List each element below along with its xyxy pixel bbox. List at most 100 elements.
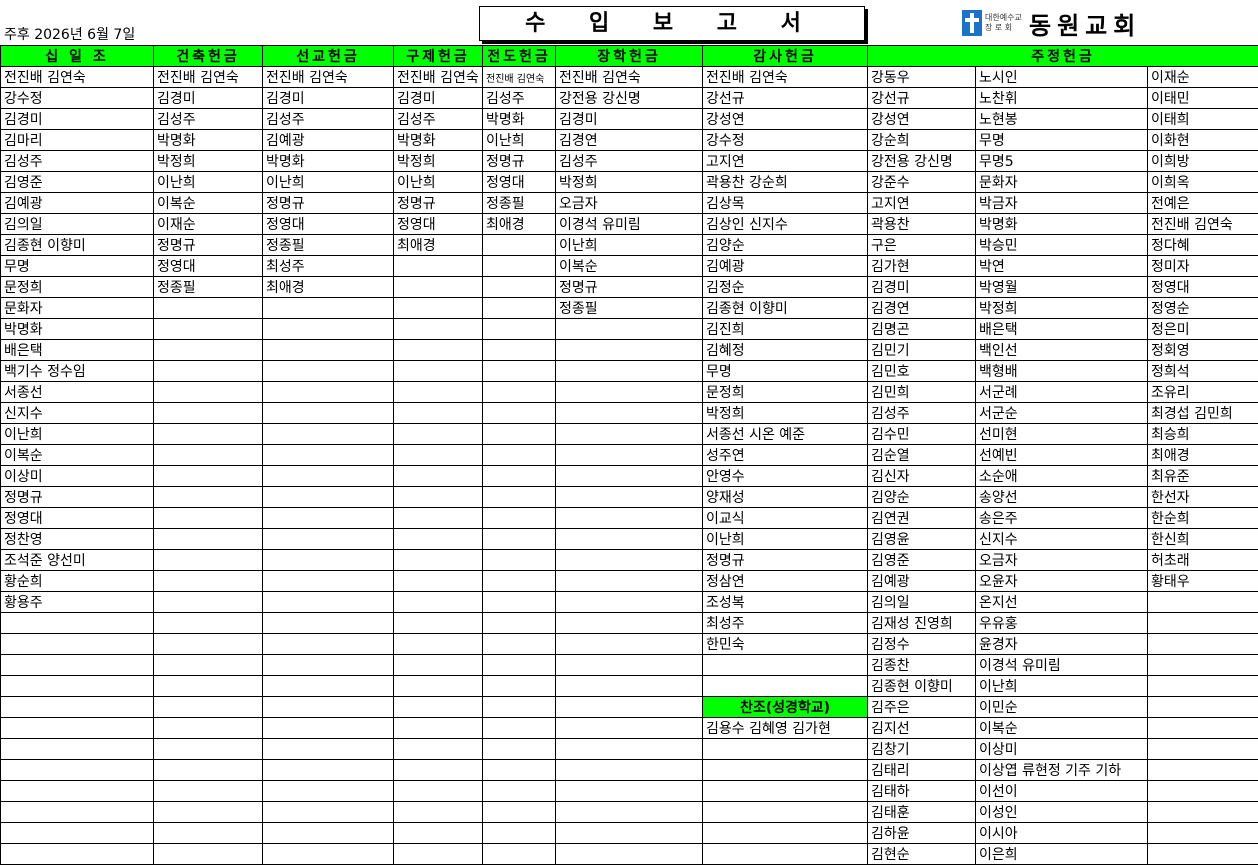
table-cell: 박승민 xyxy=(975,234,1148,256)
table-cell xyxy=(1146,738,1258,760)
table-cell xyxy=(262,801,394,823)
table-cell: 김성주 xyxy=(482,87,556,109)
table-cell: 김경미 xyxy=(262,87,394,109)
table-cell: 정찬영 xyxy=(0,528,154,550)
table-cell: 정은미 xyxy=(1146,318,1258,340)
table-cell: 정종필 xyxy=(482,192,556,214)
table-cell: 이선이 xyxy=(975,780,1148,802)
table-cell xyxy=(555,801,703,823)
table-cell: 김주은 xyxy=(867,696,976,718)
table-cell: 고지연 xyxy=(702,150,868,172)
table-cell xyxy=(1146,654,1258,676)
table-cell: 박정희 xyxy=(555,171,703,193)
table-cell: 이희옥 xyxy=(1146,171,1258,193)
table-cell xyxy=(555,528,703,550)
table-cell: 김영준 xyxy=(0,171,154,193)
table-cell xyxy=(555,381,703,403)
table-cell xyxy=(262,360,394,382)
table-cell: 이상미 xyxy=(0,465,154,487)
table-cell xyxy=(393,507,483,529)
table-cell xyxy=(393,339,483,361)
table-cell xyxy=(393,276,483,298)
table-cell: 전진배 김연숙 xyxy=(1146,213,1258,235)
table-cell: 한선자 xyxy=(1146,486,1258,508)
column-header: 장학헌금 xyxy=(555,45,703,67)
table-cell: 이난희 xyxy=(975,675,1148,697)
table-cell: 송은주 xyxy=(975,507,1148,529)
table-cell xyxy=(153,843,263,865)
table-cell: 배은택 xyxy=(975,318,1148,340)
table-cell xyxy=(393,843,483,865)
table-cell xyxy=(262,507,394,529)
table-cell xyxy=(482,612,556,634)
table-cell xyxy=(482,402,556,424)
column-header: 선교헌금 xyxy=(262,45,394,67)
table-cell: 박명화 xyxy=(0,318,154,340)
table-cell xyxy=(1146,633,1258,655)
table-cell xyxy=(702,654,868,676)
table-cell xyxy=(153,696,263,718)
table-cell xyxy=(482,759,556,781)
table-cell xyxy=(482,738,556,760)
table-cell: 김혜정 xyxy=(702,339,868,361)
table-cell xyxy=(702,675,868,697)
table-row: 서종선 문정희 김민희 서군례 조유리 xyxy=(0,381,1258,403)
table-cell xyxy=(1146,612,1258,634)
table-cell xyxy=(0,759,154,781)
table-cell: 최애경 xyxy=(262,276,394,298)
table-cell xyxy=(153,633,263,655)
table-cell: 김성주 xyxy=(262,108,394,130)
table-cell: 최애경 xyxy=(1146,444,1258,466)
table-cell: 정영대 xyxy=(1146,276,1258,298)
table-row: 김용수 김혜영 김가현 김지선 이복순 xyxy=(0,717,1258,739)
table-cell: 무명5 xyxy=(975,150,1148,172)
table-cell xyxy=(393,423,483,445)
table-cell xyxy=(702,843,868,865)
table-cell: 김경미 xyxy=(393,87,483,109)
table-cell xyxy=(0,654,154,676)
table-cell xyxy=(1146,591,1258,613)
table-cell: 최성주 xyxy=(702,612,868,634)
table-cell: 최애경 xyxy=(393,234,483,256)
table-cell: 김용수 김혜영 김가현 xyxy=(702,717,868,739)
table-cell xyxy=(262,780,394,802)
table-cell: 서종선 시온 예준 xyxy=(702,423,868,445)
table-cell: 김양순 xyxy=(867,486,976,508)
table-cell: 김경미 xyxy=(867,276,976,298)
table-cell xyxy=(153,318,263,340)
table-cell xyxy=(555,570,703,592)
table-cell: 김태하 xyxy=(867,780,976,802)
table-cell xyxy=(555,549,703,571)
table-cell xyxy=(153,381,263,403)
table-cell: 우유홍 xyxy=(975,612,1148,634)
table-cell: 김예광 xyxy=(702,255,868,277)
table-cell: 정영대 xyxy=(153,255,263,277)
table-cell xyxy=(393,633,483,655)
table-cell: 백인선 xyxy=(975,339,1148,361)
table-cell: 문화자 xyxy=(975,171,1148,193)
table-cell: 김경미 xyxy=(0,108,154,130)
table-cell xyxy=(262,696,394,718)
table-cell xyxy=(153,297,263,319)
table-cell: 정영대 xyxy=(393,213,483,235)
table-cell: 강선규 xyxy=(702,87,868,109)
table-cell xyxy=(153,780,263,802)
table-cell xyxy=(482,360,556,382)
table-cell: 온지선 xyxy=(975,591,1148,613)
table-cell: 전진배 김연숙 xyxy=(702,66,868,88)
table-cell: 김수민 xyxy=(867,423,976,445)
table-cell: 문정희 xyxy=(702,381,868,403)
table-cell: 박영월 xyxy=(975,276,1148,298)
table-cell: 정영대 xyxy=(482,171,556,193)
table-row: 박명화 김진희 김명곤 배은택 정은미 xyxy=(0,318,1258,340)
table-cell xyxy=(393,675,483,697)
table-cell: 한신희 xyxy=(1146,528,1258,550)
table-cell xyxy=(262,570,394,592)
table-cell xyxy=(555,843,703,865)
table-row: 김영준 이난희 이난희 이난희 정영대 박정희 곽용찬 강순희 강준수 문화자 이희옥 xyxy=(0,171,1258,193)
table-cell: 노찬휘 xyxy=(975,87,1148,109)
table-cell: 김종현 이향미 xyxy=(702,297,868,319)
table-cell xyxy=(393,465,483,487)
table-cell: 김의일 xyxy=(867,591,976,613)
special-offering-label: 찬조(성경학교) xyxy=(702,696,868,718)
